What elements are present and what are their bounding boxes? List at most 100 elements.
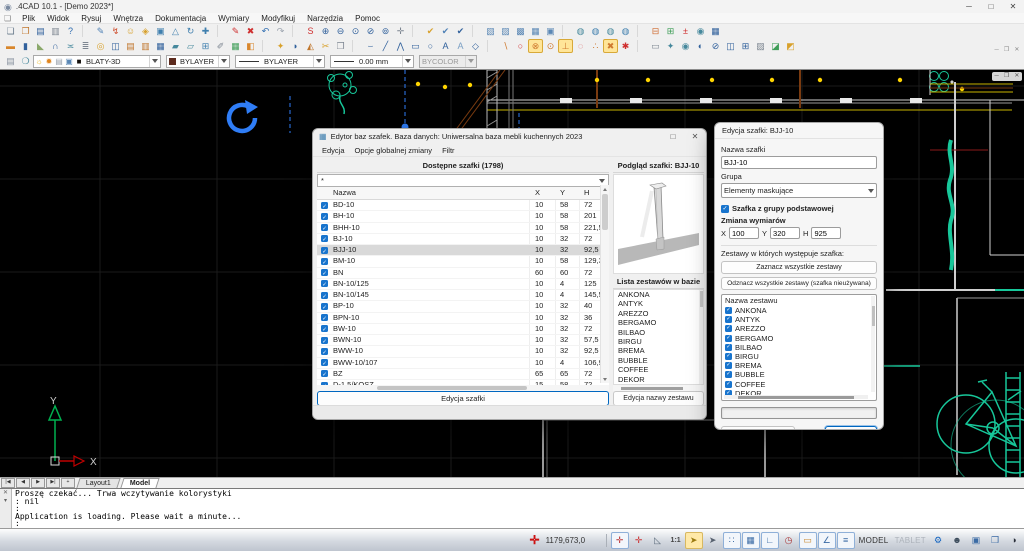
draw-arc-icon[interactable]: ⌣ <box>363 39 378 53</box>
checkbox-checked-icon[interactable]: ✓ <box>721 205 729 213</box>
print-icon[interactable]: ▥ <box>48 24 63 38</box>
save-icon[interactable]: ▤ <box>33 24 48 38</box>
set-checkbox-item[interactable]: ✓BUBBLE <box>722 370 876 379</box>
tab-model[interactable]: Model <box>120 478 159 488</box>
mdi-restore-icon[interactable]: ❐ <box>1004 46 1009 53</box>
appliance-icon[interactable]: ◫ <box>108 39 123 53</box>
checkbox-checked-icon[interactable]: ✓ <box>321 359 328 366</box>
dialog-close-button[interactable]: ✕ <box>684 132 706 141</box>
layer-lock-icon[interactable]: ▣ <box>64 57 74 66</box>
text-single-icon[interactable]: A <box>438 39 453 53</box>
pan-icon[interactable]: ✛ <box>393 24 408 38</box>
scroll-up-icon[interactable] <box>601 185 609 193</box>
model-space-label[interactable]: MODEL <box>859 536 889 545</box>
dialog-menu-filtr[interactable]: Filtr <box>437 146 460 155</box>
checkbox-checked-icon[interactable]: ✓ <box>321 247 328 254</box>
tab-layout1[interactable]: Layout1 <box>76 478 120 488</box>
chevron-down-icon[interactable] <box>149 56 160 67</box>
checkbox-checked-icon[interactable]: ✓ <box>725 362 732 369</box>
camera-icon[interactable]: ◉ <box>678 39 693 53</box>
command-history[interactable]: Proszę czekać... Trwa wczytywanie kolory… <box>12 489 1024 528</box>
angle-meter-icon[interactable]: ∠ <box>818 532 836 549</box>
list-item[interactable]: ANTYK <box>614 299 703 308</box>
base-cabinet-icon[interactable]: ▤ <box>123 39 138 53</box>
blend-panel-icon[interactable]: ▱ <box>183 39 198 53</box>
table-row[interactable]: ✓BWW-10103292,5 <box>317 346 609 357</box>
match-properties-icon[interactable]: ✎ <box>93 24 108 38</box>
zoom-in-icon[interactable]: ⊕ <box>318 24 333 38</box>
set-checkbox-item[interactable]: ✓ANKONA <box>722 306 876 315</box>
explode-icon[interactable]: ✦ <box>273 39 288 53</box>
render-shade-icon[interactable]: ◐ <box>693 39 708 53</box>
plinth-icon[interactable]: ≍ <box>63 39 78 53</box>
osnap-endpoint-icon[interactable]: ∖ <box>498 39 513 53</box>
apply-changes-button[interactable]: Wprowadź zmiany <box>721 426 795 430</box>
move-icon[interactable]: ✚ <box>198 24 213 38</box>
checkbox-checked-icon[interactable]: ✓ <box>321 292 328 299</box>
list-item[interactable]: DEKOR <box>614 375 703 384</box>
checkbox-checked-icon[interactable]: ✓ <box>725 381 732 388</box>
undo-icon[interactable]: ↶ <box>258 24 273 38</box>
dim-horizontal-icon[interactable]: ⊟ <box>648 24 663 38</box>
ortho-mode-icon[interactable]: ∟ <box>761 532 779 549</box>
close-button[interactable]: ✕ <box>1002 0 1024 13</box>
checkbox-checked-icon[interactable]: ✓ <box>725 325 732 332</box>
table-row[interactable]: ✓BWW-10/107104106,9 <box>317 358 609 369</box>
view-iso-5-icon[interactable]: ▣ <box>543 24 558 38</box>
snap-grid-icon[interactable]: ∷ <box>723 532 741 549</box>
menu-plik[interactable]: Plik <box>16 13 41 24</box>
window-arrange-icon[interactable]: ❒ <box>986 532 1004 549</box>
redo-icon[interactable]: ↷ <box>273 24 288 38</box>
edit-set-name-button[interactable]: Edycja nazwy zestawu <box>613 391 704 406</box>
upper-cabinet-icon[interactable]: ▦ <box>153 39 168 53</box>
ucs-triangle-icon[interactable]: ◺ <box>649 532 667 549</box>
module-box-icon[interactable]: ▣ <box>153 24 168 38</box>
menu-narzędzia[interactable]: Narzędzia <box>301 13 349 24</box>
object-track-icon[interactable]: ▭ <box>799 532 817 549</box>
trim-icon[interactable]: ✂ <box>318 39 333 53</box>
dim-vertical-icon[interactable]: ⊞ <box>663 24 678 38</box>
table-row[interactable]: ✓BN606072 <box>317 268 609 279</box>
checkbox-checked-icon[interactable]: ✓ <box>321 224 328 231</box>
face-style-icon[interactable]: ☺ <box>123 24 138 38</box>
menu-widok[interactable]: Widok <box>41 13 75 24</box>
list-item[interactable]: ANKONA <box>614 290 703 299</box>
checkbox-checked-icon[interactable]: ✓ <box>321 325 328 332</box>
offset-icon[interactable]: ❒ <box>333 39 348 53</box>
chevron-down-icon[interactable] <box>218 56 229 67</box>
table-row[interactable]: ✓BHH-101058221,5 <box>317 223 609 234</box>
stamp-icon[interactable]: ◩ <box>783 39 798 53</box>
mdi-close-icon[interactable]: ✕ <box>1014 46 1019 53</box>
zoom-previous-icon[interactable]: ⊘ <box>363 24 378 38</box>
light-source-icon[interactable]: ✦ <box>663 39 678 53</box>
table-row[interactable]: ✓BN-10/125104125 <box>317 279 609 290</box>
dialog-maximize-button[interactable]: □ <box>662 132 684 141</box>
osnap-off-icon[interactable]: ✱ <box>618 39 633 53</box>
scale-ratio-icon[interactable]: 1:1 <box>668 532 684 549</box>
rotate-icon[interactable]: ↻ <box>183 24 198 38</box>
table-row[interactable]: ✓BD-10105872 <box>317 200 609 211</box>
osnap-midpoint-icon[interactable]: ○ <box>513 39 528 53</box>
view-iso-3-icon[interactable]: ▩ <box>513 24 528 38</box>
layer-freeze-icon[interactable]: ✹ <box>44 57 54 66</box>
spreadsheet-icon[interactable]: ▦ <box>228 39 243 53</box>
new-icon[interactable]: ❏ <box>3 24 18 38</box>
annotation-icon[interactable]: ◉ <box>693 24 708 38</box>
snap-marker-icon[interactable]: ✛ <box>611 532 629 549</box>
zoom-out-icon[interactable]: ⊖ <box>333 24 348 38</box>
diamond-style-icon[interactable]: ◈ <box>138 24 153 38</box>
list-item[interactable]: BREMA <box>614 346 703 355</box>
tab-nav-button[interactable]: ◀ <box>16 478 30 488</box>
arc-element-icon[interactable]: ∩ <box>48 39 63 53</box>
checkbox-checked-icon[interactable]: ✓ <box>725 307 732 314</box>
checkbox-checked-icon[interactable]: ✓ <box>321 337 328 344</box>
menu-pomoc[interactable]: Pomoc <box>349 13 386 24</box>
set-checkbox-item[interactable]: ✓BILBAO <box>722 343 876 352</box>
x-input[interactable] <box>729 227 759 239</box>
erase-icon[interactable]: ✖ <box>243 24 258 38</box>
tab-nav-button[interactable]: ▶ <box>31 478 45 488</box>
cabinet-name-input[interactable] <box>721 156 877 169</box>
set-checkbox-item[interactable]: ✓BERGAMO <box>722 334 876 343</box>
layer-sheet-icon[interactable]: ▤ <box>54 57 64 66</box>
mdi-minimize-icon[interactable]: ─ <box>995 47 999 53</box>
